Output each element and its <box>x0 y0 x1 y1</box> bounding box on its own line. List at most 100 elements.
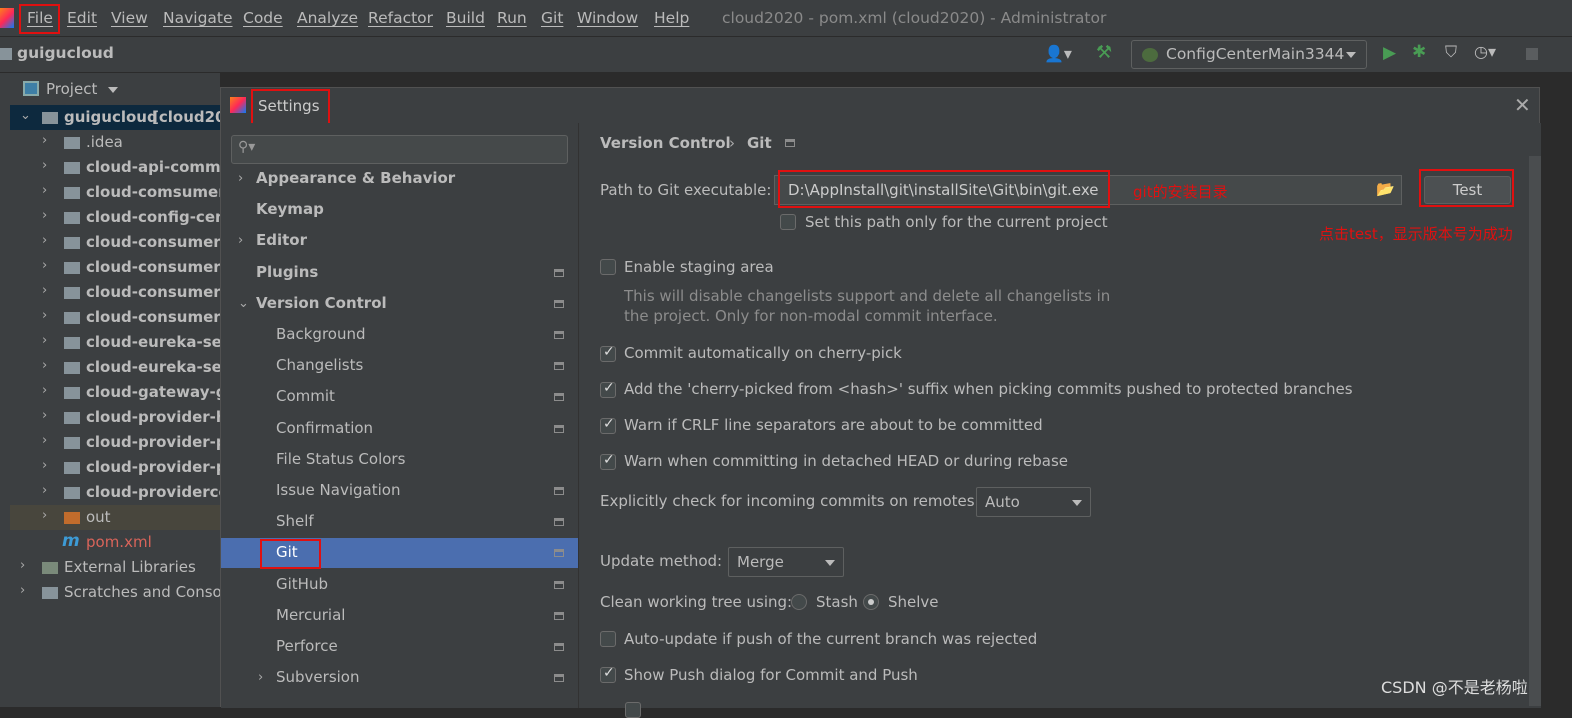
settings-nav-keymap[interactable]: Keymap <box>221 195 578 225</box>
tree-item-label: Scratches and Consol <box>64 583 220 601</box>
menu-navigate[interactable]: Navigate <box>163 9 233 27</box>
shelve-radio[interactable] <box>863 594 879 610</box>
menu-view[interactable]: View <box>111 9 148 27</box>
tree-item[interactable]: › cloud-eureka-ser <box>10 330 220 355</box>
tree-item[interactable]: › cloud-consumer-f <box>10 230 220 255</box>
tree-item[interactable]: m pom.xml <box>10 530 220 555</box>
coverage-icon[interactable]: ⛉ <box>1445 42 1457 62</box>
nav-label: Subversion <box>276 668 360 687</box>
profile-icon[interactable]: ◷▾ <box>1474 42 1496 61</box>
tree-item[interactable]: › cloud-gateway-g <box>10 380 220 405</box>
chevron-right-icon[interactable]: › <box>42 233 47 248</box>
tree-item[interactable]: › cloud-provider-hy <box>10 405 220 430</box>
option-checkbox[interactable] <box>600 452 616 470</box>
settings-nav-subversion[interactable]: › Subversion <box>221 663 578 693</box>
tree-item[interactable]: › Scratches and Consol <box>10 580 220 605</box>
settings-nav-commit[interactable]: Commit <box>221 382 578 412</box>
run-icon[interactable]: ▶ <box>1383 43 1396 63</box>
show-push-checkbox[interactable] <box>600 665 616 683</box>
settings-nav-confirmation[interactable]: Confirmation <box>221 414 578 444</box>
tree-item[interactable]: › cloud-consumerco <box>10 305 220 330</box>
tree-item[interactable]: ⌄ guigucloud[cloud202 <box>10 105 220 130</box>
tree-item[interactable]: › External Libraries <box>10 555 220 580</box>
menu-run[interactable]: Run <box>497 9 527 27</box>
chevron-right-icon[interactable]: › <box>42 358 47 373</box>
chevron-right-icon[interactable]: › <box>42 158 47 173</box>
chevron-down-icon[interactable]: ⌄ <box>20 108 31 123</box>
settings-nav-changelists[interactable]: Changelists <box>221 351 578 381</box>
tree-item[interactable]: › cloud-providerco <box>10 480 220 505</box>
only-current-project-checkbox[interactable] <box>780 214 796 230</box>
user-icon[interactable]: 👤▾ <box>1044 44 1072 63</box>
staging-checkbox[interactable] <box>600 259 616 275</box>
auto-update-checkbox[interactable] <box>600 631 616 647</box>
tree-item[interactable]: › cloud-api-commo <box>10 155 220 180</box>
menu-window[interactable]: Window <box>577 9 638 27</box>
incoming-dropdown[interactable]: Auto <box>976 487 1091 517</box>
debug-icon[interactable]: ✱ <box>1412 42 1426 62</box>
tree-item[interactable]: › cloud-provider-pa <box>10 430 220 455</box>
chevron-right-icon[interactable]: › <box>42 508 47 523</box>
menu-edit[interactable]: Edit <box>67 9 97 27</box>
chevron-right-icon[interactable]: › <box>20 558 25 573</box>
settings-nav-git[interactable]: Git <box>221 538 578 570</box>
tree-item[interactable]: › cloud-config-cent <box>10 205 220 230</box>
nav-label: Commit <box>276 387 335 406</box>
menu-help[interactable]: Help <box>654 9 689 27</box>
chevron-right-icon[interactable]: › <box>42 483 47 498</box>
staging-description: This will disable changelists support an… <box>624 287 1111 305</box>
tree-item[interactable]: › cloud-consumer- <box>10 280 220 305</box>
option-checkbox[interactable] <box>600 416 616 434</box>
chevron-right-icon[interactable]: › <box>42 308 47 323</box>
settings-nav-issue-navigation[interactable]: Issue Navigation <box>221 476 578 506</box>
settings-nav-editor[interactable]: › Editor <box>221 226 578 256</box>
chevron-right-icon[interactable]: › <box>42 383 47 398</box>
chevron-right-icon[interactable]: › <box>42 458 47 473</box>
build-hammer-icon[interactable]: ⚒ <box>1096 42 1112 63</box>
tree-item-label: cloud-consumer-f <box>86 258 220 276</box>
settings-nav-perforce[interactable]: Perforce <box>221 632 578 662</box>
menu-git[interactable]: Git <box>541 9 563 27</box>
chevron-right-icon[interactable]: › <box>20 583 25 598</box>
tree-item[interactable]: › cloud-eureka-ser <box>10 355 220 380</box>
partial-option-checkbox[interactable] <box>625 702 641 718</box>
settings-search-input[interactable]: ⚲▾ <box>231 135 568 164</box>
settings-nav-mercurial[interactable]: Mercurial <box>221 601 578 631</box>
menu-refactor[interactable]: Refactor <box>368 9 433 27</box>
menu-build[interactable]: Build <box>446 9 485 27</box>
option-label: Warn when committing in detached HEAD or… <box>624 452 1069 470</box>
option-checkbox[interactable] <box>600 344 616 362</box>
tree-item[interactable]: › .idea <box>10 130 220 155</box>
update-method-dropdown[interactable]: Merge <box>728 547 844 577</box>
chevron-right-icon[interactable]: › <box>42 258 47 273</box>
settings-nav-background[interactable]: Background <box>221 320 578 350</box>
tree-item[interactable]: › out <box>10 505 220 530</box>
staging-description: the project. Only for non-modal commit i… <box>624 307 998 325</box>
chevron-right-icon[interactable]: › <box>42 133 47 148</box>
chevron-right-icon[interactable]: › <box>42 183 47 198</box>
stash-radio[interactable] <box>791 594 807 610</box>
project-panel-title[interactable]: Project <box>46 80 97 98</box>
folder-open-icon[interactable]: 📂 <box>1376 180 1395 198</box>
chevron-right-icon[interactable]: › <box>42 433 47 448</box>
option-checkbox[interactable] <box>600 380 616 398</box>
settings-nav-plugins[interactable]: Plugins <box>221 258 578 288</box>
settings-nav-file-status-colors[interactable]: File Status Colors <box>221 445 578 475</box>
settings-nav-shelf[interactable]: Shelf <box>221 507 578 537</box>
chevron-right-icon[interactable]: › <box>42 408 47 423</box>
menu-code[interactable]: Code <box>243 9 283 27</box>
chevron-right-icon[interactable]: › <box>42 283 47 298</box>
tree-item[interactable]: › cloud-consumer-f <box>10 255 220 280</box>
tree-item[interactable]: › cloud-provider-pa <box>10 455 220 480</box>
chevron-right-icon[interactable]: › <box>42 208 47 223</box>
chevron-right-icon[interactable]: › <box>42 333 47 348</box>
run-config-dropdown[interactable]: ConfigCenterMain3344 <box>1131 40 1367 69</box>
close-icon[interactable]: ✕ <box>1514 93 1531 117</box>
settings-nav-github[interactable]: GitHub <box>221 570 578 600</box>
settings-nav-appearance-behavior[interactable]: › Appearance & Behavior <box>221 164 578 194</box>
stop-icon[interactable] <box>1526 48 1538 60</box>
tree-item[interactable]: › cloud-comsumer- <box>10 180 220 205</box>
scrollbar[interactable] <box>1529 156 1541 706</box>
settings-nav-version-control[interactable]: ⌄ Version Control <box>221 289 578 319</box>
menu-analyze[interactable]: Analyze <box>297 9 358 27</box>
